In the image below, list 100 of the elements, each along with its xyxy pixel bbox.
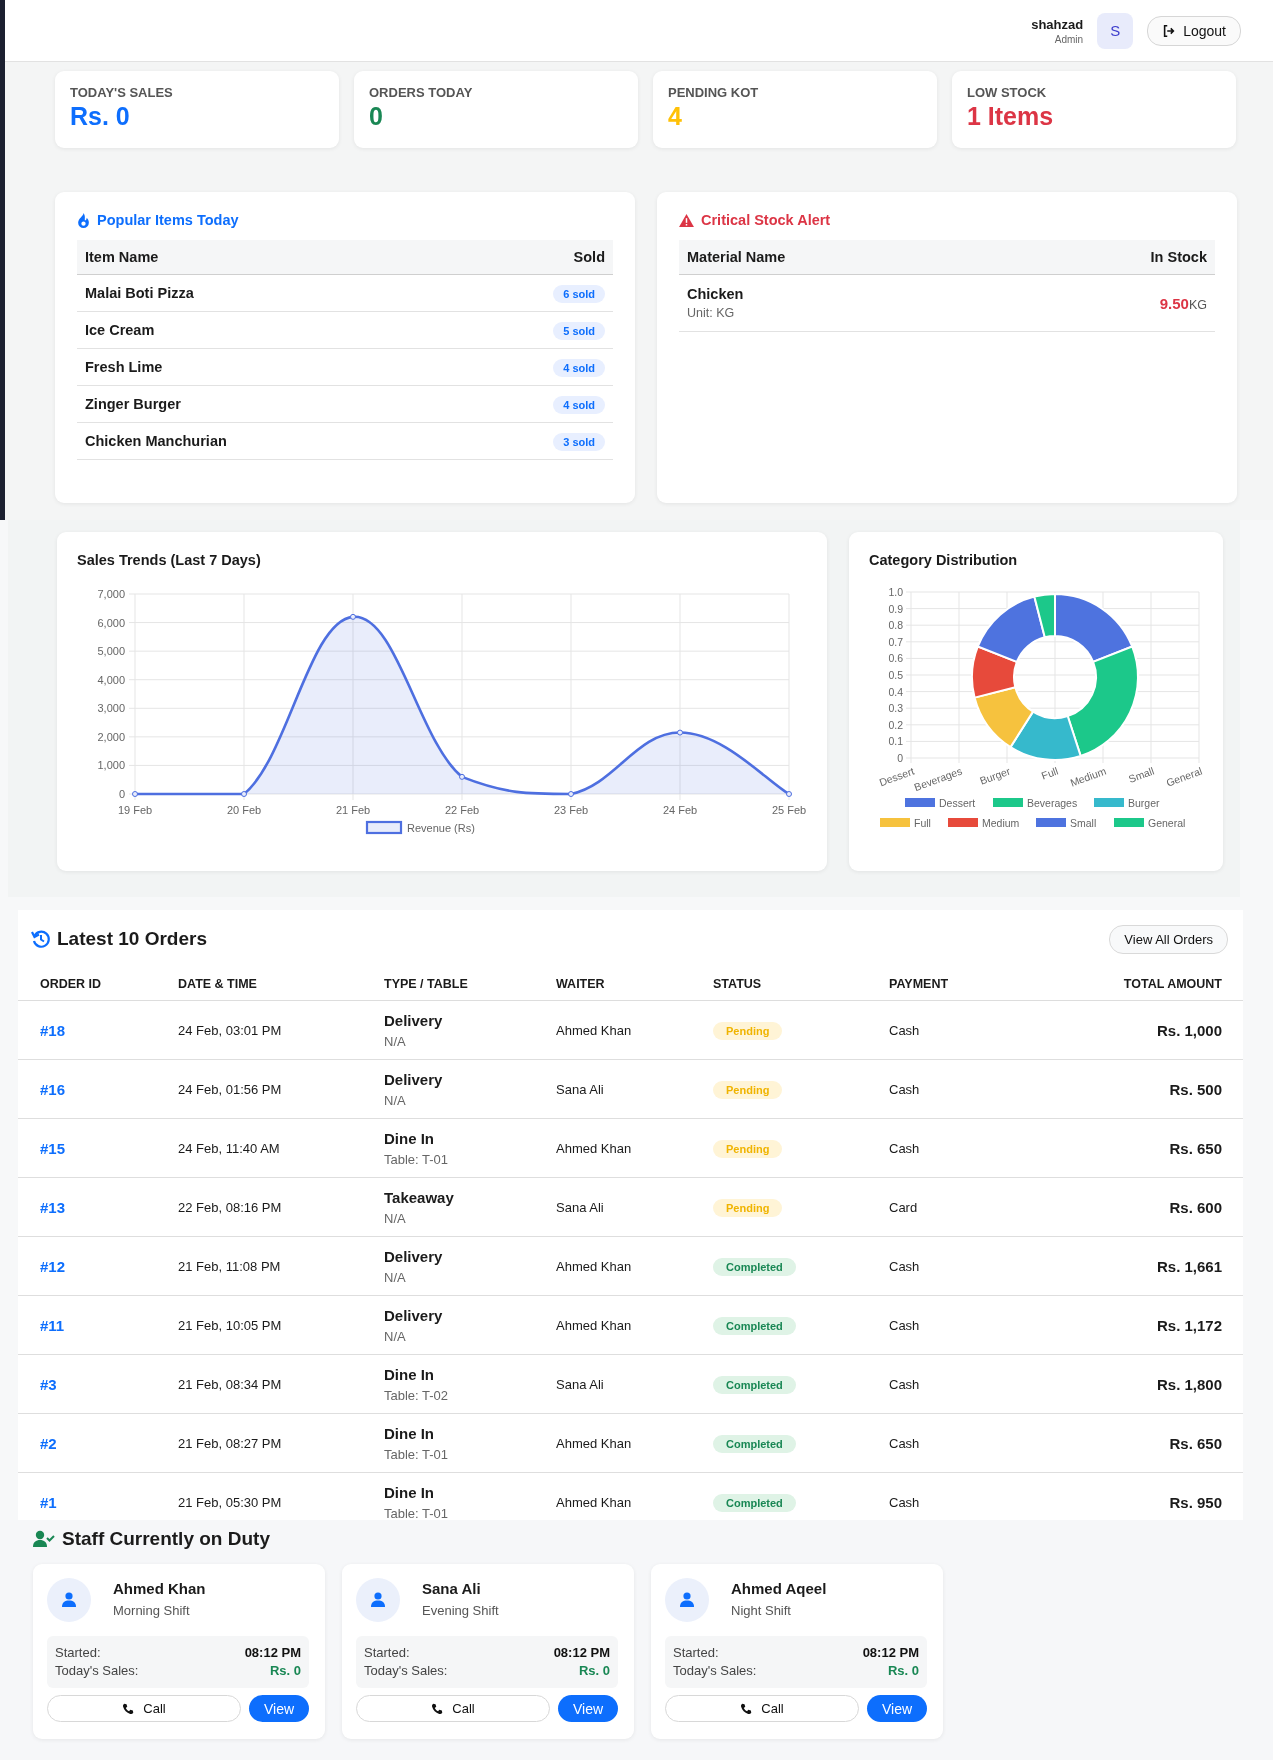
- axis-tick-label: 3,000: [97, 702, 125, 715]
- start-time: 08:12 PM: [553, 1644, 610, 1662]
- axis-tick-label: 25 Feb: [771, 804, 807, 816]
- table-cell: Sana Ali: [534, 1354, 691, 1414]
- order-type: Delivery: [384, 1247, 444, 1265]
- order-type: Delivery: [384, 1011, 444, 1029]
- table-cell: Cash: [867, 1354, 1055, 1414]
- stat-label: LOW STOCK: [967, 85, 1048, 100]
- staff-name: Sana Ali: [422, 1580, 482, 1597]
- axis-tick-label: 22 Feb: [444, 804, 480, 816]
- sold-count: 4 sold: [553, 359, 605, 377]
- axis-tick-label: 0.2: [888, 718, 903, 731]
- column-header: PAYMENT: [867, 968, 1055, 1001]
- table-cell: Rs. 1,800: [1055, 1354, 1243, 1414]
- table-cell: Card: [867, 1177, 1055, 1237]
- staff-name: Ahmed Aqeel: [731, 1580, 827, 1597]
- stat-value: 4: [668, 102, 683, 131]
- axis-tick-label: 5,000: [97, 645, 125, 658]
- legend-label: Medium: [982, 817, 1020, 829]
- axis-tick-label: 1,000: [97, 759, 125, 772]
- axis-tick-label: 0.7: [888, 635, 903, 648]
- staff-shift: Night Shift: [731, 1603, 792, 1618]
- axis-tick-label: 0.5: [888, 669, 903, 681]
- stock-unit: KG: [1188, 297, 1207, 312]
- sales-amount: Rs. 0: [887, 1662, 919, 1680]
- stat-value: 1 Items: [967, 102, 1055, 131]
- axis-tick-label: 0.1: [888, 735, 903, 748]
- axis-tick-label: 21 Feb: [335, 804, 371, 816]
- status-badge: Completed: [713, 1316, 796, 1335]
- axis-tick-label: 0: [118, 788, 125, 800]
- table-number: N/A: [384, 1092, 407, 1108]
- axis-tick-label: 1.0: [888, 586, 903, 598]
- table-number: N/A: [384, 1210, 407, 1226]
- axis-tick-label: 0.4: [888, 685, 903, 698]
- order-type: Dine In: [384, 1483, 435, 1501]
- table-cell: Rs. 1,172: [1055, 1295, 1243, 1355]
- table-number: N/A: [384, 1269, 407, 1285]
- axis-tick-label: 24 Feb: [662, 804, 698, 816]
- table-cell: Cash: [867, 1413, 1055, 1473]
- axis-tick-label: 0.6: [888, 652, 903, 665]
- staff-shift: Morning Shift: [113, 1603, 191, 1618]
- status-badge: Pending: [713, 1080, 783, 1099]
- column-header: Material Name: [679, 240, 1008, 275]
- stat-value: 0: [369, 102, 384, 131]
- column-header: In Stock: [1007, 240, 1215, 275]
- table-cell: Ahmed Khan: [534, 1236, 691, 1296]
- table-number: Table: T-01: [384, 1151, 450, 1167]
- legend-label: Beverages: [1027, 797, 1078, 809]
- legend-label: Revenue (Rs): [407, 822, 475, 834]
- table-cell: Ahmed Khan: [534, 1000, 691, 1060]
- item-name: Chicken Manchurian: [77, 422, 452, 460]
- sold-count: 5 sold: [553, 322, 605, 340]
- axis-tick-label: Burger: [977, 764, 1012, 787]
- axis-tick-label: 19 Feb: [117, 804, 153, 816]
- sold-count: 4 sold: [553, 396, 605, 414]
- axis-tick-label: 0.9: [888, 602, 903, 615]
- status-badge: Pending: [713, 1198, 783, 1217]
- staff-shift: Evening Shift: [422, 1603, 499, 1618]
- staff-name: Ahmed Khan: [113, 1580, 206, 1597]
- sales-amount: Rs. 0: [269, 1662, 301, 1680]
- status-badge: Pending: [713, 1139, 783, 1158]
- axis-tick-label: 23 Feb: [553, 804, 589, 816]
- table-cell: 24 Feb, 11:40 AM: [156, 1118, 362, 1178]
- stock-quantity: 9.50: [1159, 294, 1189, 312]
- stat-label: PENDING KOT: [668, 85, 760, 100]
- axis-tick-label: 20 Feb: [226, 804, 262, 816]
- axis-tick-label: 7,000: [97, 588, 125, 600]
- material-name: Chicken: [687, 286, 745, 302]
- table-cell: Cash: [867, 1236, 1055, 1296]
- table-cell: 21 Feb, 11:08 PM: [156, 1236, 362, 1296]
- table-cell: Cash: [867, 1059, 1055, 1119]
- table-cell: Cash: [867, 1295, 1055, 1355]
- order-type: Delivery: [384, 1306, 444, 1324]
- panel-title: Critical Stock Alert: [701, 212, 831, 228]
- user-name: shahzad: [1031, 16, 1084, 32]
- info-label: Today's Sales:: [55, 1662, 139, 1680]
- item-name: Ice Cream: [77, 311, 452, 349]
- legend-label: Burger: [1128, 797, 1160, 809]
- status-badge: Completed: [713, 1493, 796, 1512]
- start-time: 08:12 PM: [244, 1644, 301, 1662]
- axis-tick-label: 4,000: [97, 673, 125, 686]
- table-number: N/A: [384, 1033, 407, 1049]
- table-cell: Ahmed Khan: [534, 1413, 691, 1473]
- chart-title: Sales Trends (Last 7 Days): [77, 552, 262, 568]
- item-name: Zinger Burger: [77, 385, 452, 423]
- info-label: Started:: [364, 1644, 410, 1662]
- table-cell: Ahmed Khan: [534, 1118, 691, 1178]
- table-cell: Ahmed Khan: [534, 1295, 691, 1355]
- table-cell: 21 Feb, 08:27 PM: [156, 1413, 362, 1473]
- legend-label: General: [1148, 817, 1186, 829]
- info-label: Today's Sales:: [673, 1662, 757, 1680]
- section-title: Latest 10 Orders: [57, 928, 207, 950]
- chart-title: Category Distribution: [869, 552, 1019, 568]
- axis-tick-label: 0.8: [888, 619, 903, 632]
- item-name: Malai Boti Pizza: [77, 274, 452, 312]
- panel-title: Popular Items Today: [97, 212, 239, 228]
- table-cell: Rs. 600: [1055, 1177, 1243, 1237]
- axis-tick-label: 0.3: [888, 702, 903, 715]
- column-header: STATUS: [691, 968, 867, 1001]
- status-badge: Pending: [713, 1021, 783, 1040]
